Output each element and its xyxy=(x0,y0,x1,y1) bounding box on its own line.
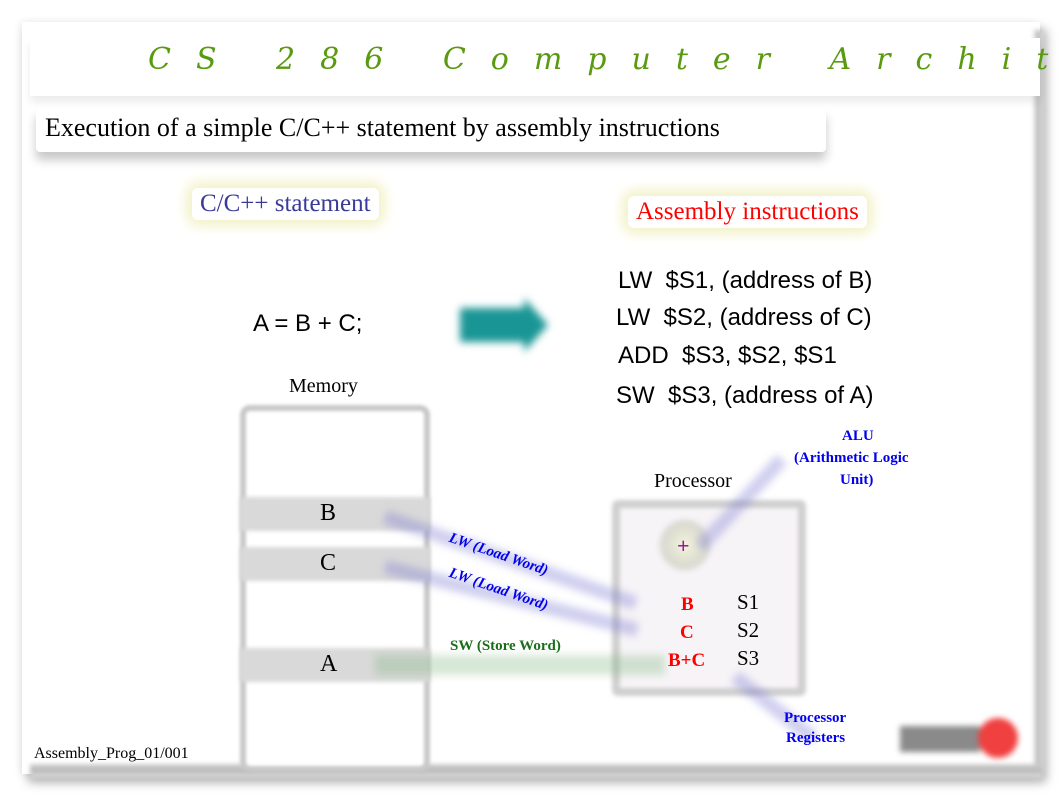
register-s3-value: B+C xyxy=(668,650,706,671)
asm-instruction-2: LW $S2, (address of C) xyxy=(616,304,872,331)
assembly-instructions-tag: Assembly instructions xyxy=(628,196,867,228)
store-beam-a xyxy=(375,655,665,675)
right-arrow-icon xyxy=(460,298,548,352)
register-s3-name: S3 xyxy=(737,646,760,670)
memory-label: Memory xyxy=(289,375,358,397)
register-s1-value: B xyxy=(681,594,694,615)
course-title: CS 286 Computer Architecture xyxy=(148,42,1062,77)
alu-label-line-3: Unit) xyxy=(840,472,874,488)
registers-label-line-1: Processor xyxy=(784,710,847,726)
asm-instruction-3: ADD $S3, $S2, $S1 xyxy=(618,342,837,369)
cpp-statement-tag: C/C++ statement xyxy=(192,188,379,220)
alu-label-line-2: (Arithmetic Logic xyxy=(794,450,909,466)
registers-label-line-2: Registers xyxy=(786,730,846,746)
memory-box xyxy=(240,405,430,772)
register-s2-value: C xyxy=(680,622,694,643)
alu-plus-symbol: + xyxy=(677,533,690,558)
transfer-label-sw: SW (Store Word) xyxy=(450,638,561,654)
slide-footer: Assembly_Prog_01/001 xyxy=(34,745,189,762)
processor-label: Processor xyxy=(654,470,732,492)
slide-subtitle: Execution of a simple C/C++ statement by… xyxy=(45,113,720,142)
slide-shadow-right xyxy=(1034,30,1044,775)
cpp-statement: A = B + C; xyxy=(253,310,363,337)
register-s1-name: S1 xyxy=(737,590,760,614)
asm-instruction-4: SW $S3, (address of A) xyxy=(616,382,874,409)
asm-instruction-1: LW $S1, (address of B) xyxy=(618,267,873,294)
slide-shadow-bottom xyxy=(30,764,1042,778)
memory-cell-c-label: C xyxy=(320,550,337,576)
university-logo-icon xyxy=(900,718,1018,758)
memory-cell-b-label: B xyxy=(320,500,337,526)
alu-label-line-1: ALU xyxy=(842,428,874,444)
memory-cell-a-label: A xyxy=(320,651,338,677)
register-s2-name: S2 xyxy=(737,618,760,642)
